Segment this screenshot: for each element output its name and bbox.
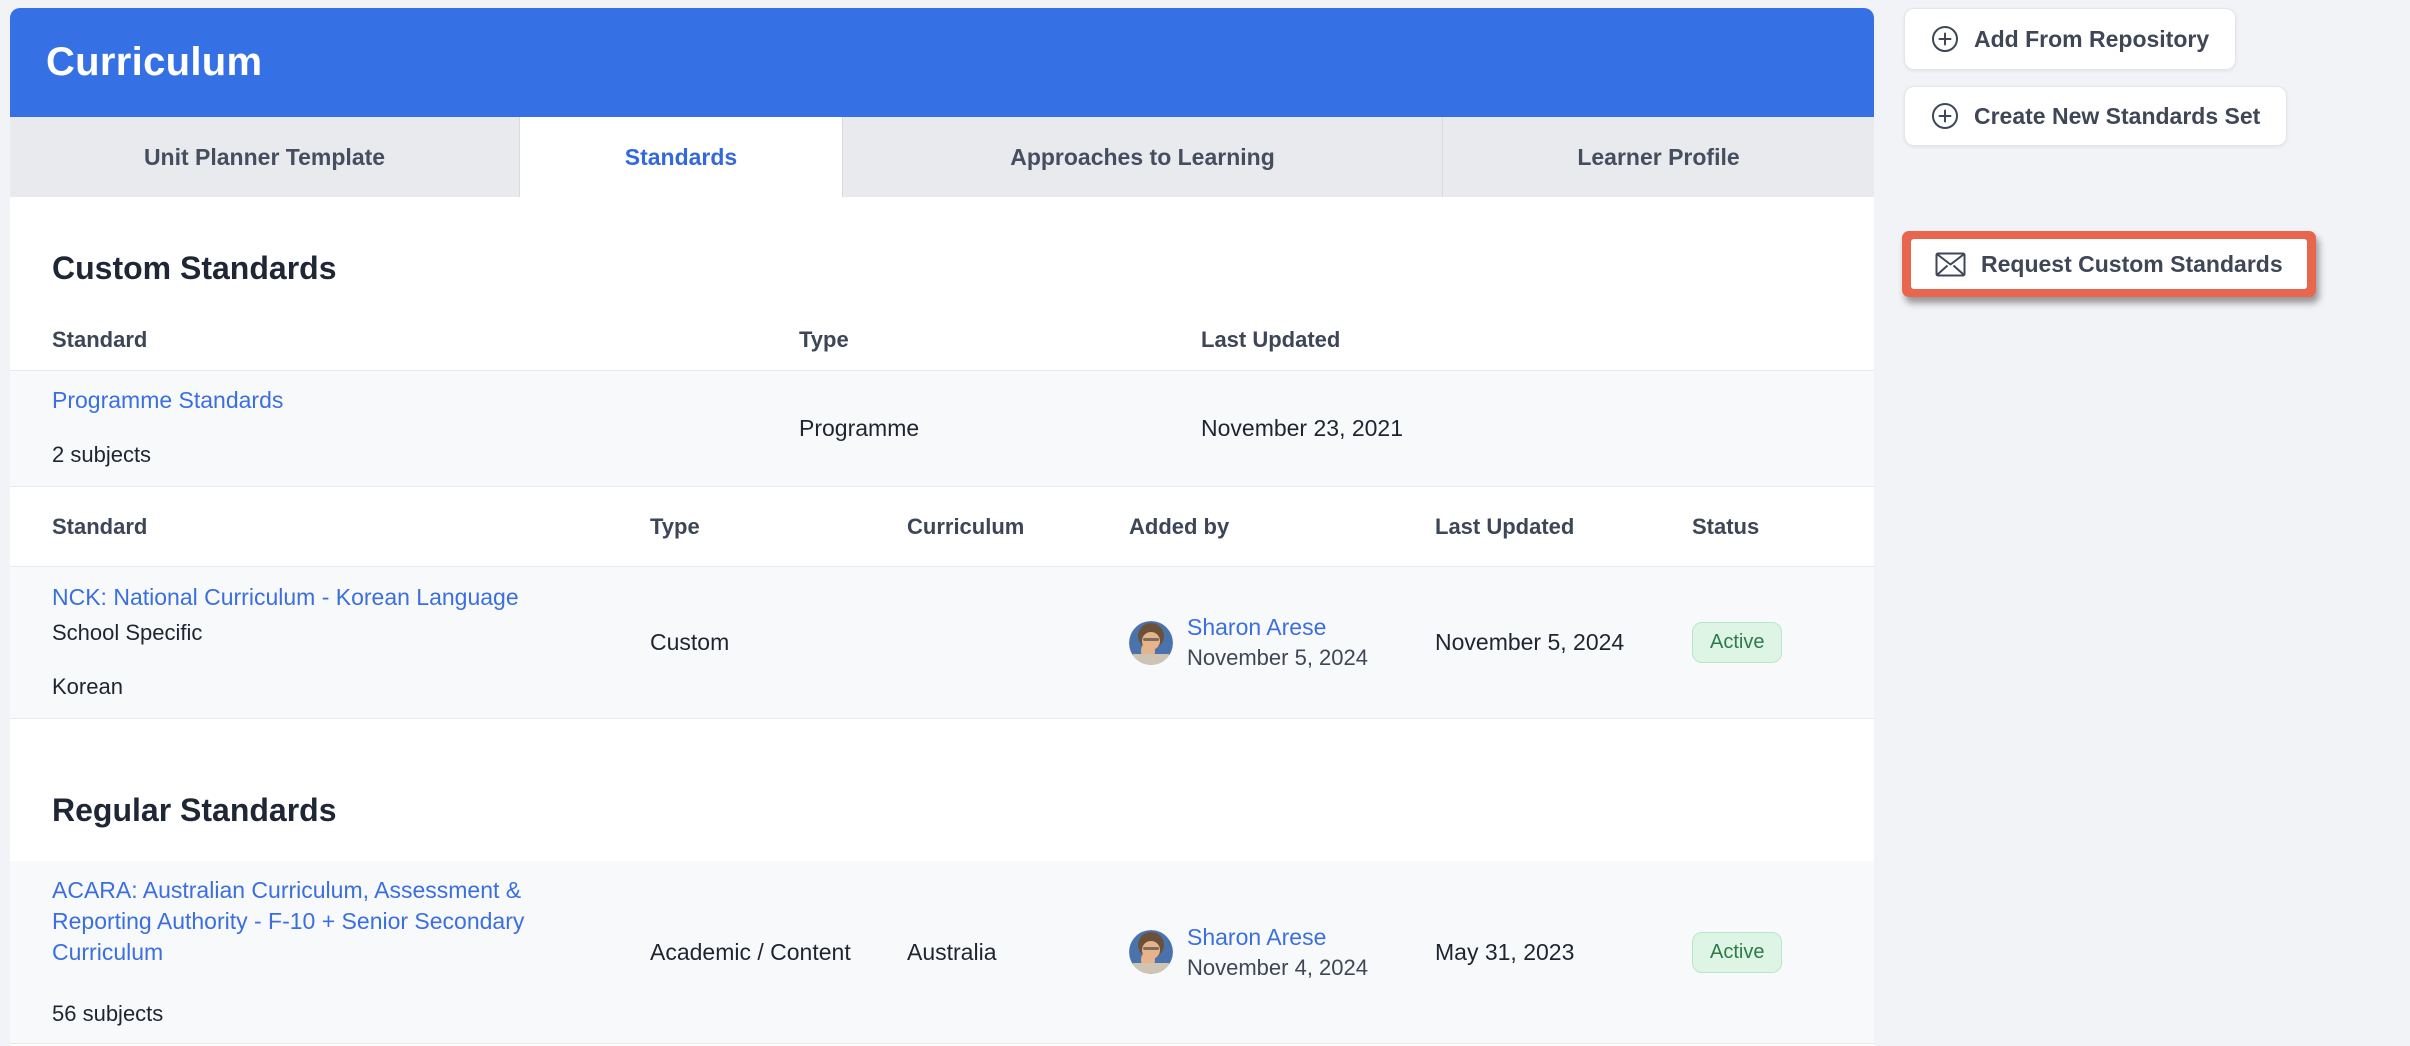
standard-scope: School Specific: [52, 620, 203, 645]
tab-label: Unit Planner Template: [143, 143, 386, 170]
standard-cell: ACARA: Australian Curriculum, Assessment…: [52, 861, 650, 1043]
type-cell: Custom: [650, 629, 730, 655]
highlight-annotation-box: Request Custom Standards: [1902, 231, 2316, 297]
page-title: Curriculum: [46, 40, 263, 84]
status-badge: Active: [1692, 931, 1783, 973]
nck-standard-link[interactable]: NCK: National Curriculum - Korean Langua…: [52, 582, 612, 613]
type-cell: Academic / Content: [650, 938, 851, 965]
curriculum-panel: Curriculum Unit Planner Template Standar…: [10, 8, 1874, 1046]
plus-circle-icon: [1931, 25, 1959, 53]
tab-learner-profile[interactable]: Learner Profile: [1443, 117, 1874, 197]
column-header-status: Status: [1692, 513, 1760, 539]
avatar: [1129, 930, 1173, 974]
standard-cell: Programme Standards 2 subjects: [52, 371, 799, 486]
detail-table-header: Standard Type Curriculum Added by Last U…: [10, 487, 1874, 567]
column-header-curriculum: Curriculum: [907, 513, 1025, 539]
column-header-type: Type: [650, 513, 700, 539]
added-by-user-link[interactable]: Sharon Arese: [1187, 924, 1368, 951]
column-header-added-by: Added by: [1129, 513, 1230, 539]
added-by-meta: Sharon Arese November 4, 2024: [1187, 924, 1368, 981]
status-badge: Active: [1692, 622, 1783, 663]
column-header-last-updated: Last Updated: [1435, 513, 1575, 539]
subjects-count: 2 subjects: [52, 442, 152, 467]
curriculum-cell: Australia: [907, 938, 997, 965]
button-label: Add From Repository: [1974, 25, 2210, 52]
standard-cell: NCK: National Curriculum - Korean Langua…: [52, 567, 650, 718]
custom-standards-table-header: Standard Type Last Updated: [10, 309, 1874, 371]
column-header-type: Type: [799, 326, 849, 352]
programme-standards-link[interactable]: Programme Standards: [52, 387, 799, 414]
last-updated-cell: November 23, 2021: [1201, 415, 1404, 441]
tab-unit-planner-template[interactable]: Unit Planner Template: [10, 117, 520, 197]
envelope-icon: [1935, 252, 1966, 277]
acara-standard-link[interactable]: ACARA: Australian Curriculum, Assessment…: [52, 875, 612, 968]
column-header-standard: Standard: [52, 326, 148, 352]
page-header: Curriculum: [10, 8, 1874, 117]
added-by-date: November 5, 2024: [1187, 645, 1368, 670]
added-by-date: November 4, 2024: [1187, 954, 1368, 980]
avatar: [1129, 620, 1173, 665]
tab-approaches-to-learning[interactable]: Approaches to Learning: [843, 117, 1443, 197]
last-updated-cell: May 31, 2023: [1435, 938, 1575, 965]
button-label: Create New Standards Set: [1974, 102, 2261, 129]
custom-standards-heading: Custom Standards: [52, 250, 337, 286]
request-custom-standards-button[interactable]: Request Custom Standards: [1911, 239, 2307, 289]
regular-standards-heading: Regular Standards: [52, 792, 337, 828]
last-updated-cell: November 5, 2024: [1435, 629, 1625, 655]
tab-standards[interactable]: Standards: [520, 117, 843, 197]
added-by-cell: Sharon Arese November 5, 2024: [1129, 614, 1435, 671]
tab-label: Approaches to Learning: [1010, 143, 1275, 170]
table-row-acara-standard: ACARA: Australian Curriculum, Assessment…: [10, 861, 1874, 1044]
table-row-programme-standards: Programme Standards 2 subjects Programme…: [10, 371, 1874, 487]
added-by-meta: Sharon Arese November 5, 2024: [1187, 614, 1368, 671]
subjects-count: 56 subjects: [52, 1001, 164, 1026]
tab-bar: Unit Planner Template Standards Approach…: [10, 117, 1874, 197]
type-cell: Programme: [799, 415, 920, 441]
added-by-user-link[interactable]: Sharon Arese: [1187, 614, 1368, 641]
table-row-nck-standard: NCK: National Curriculum - Korean Langua…: [10, 567, 1874, 719]
column-header-standard: Standard: [52, 513, 148, 539]
added-by-cell: Sharon Arese November 4, 2024: [1129, 924, 1435, 981]
create-new-standards-set-button[interactable]: Create New Standards Set: [1904, 86, 2288, 146]
standard-subject: Korean: [52, 674, 123, 699]
tab-label: Standards: [624, 143, 738, 170]
button-label: Request Custom Standards: [1981, 250, 2283, 277]
add-from-repository-button[interactable]: Add From Repository: [1904, 8, 2237, 70]
plus-circle-icon: [1931, 102, 1959, 130]
column-header-last-updated: Last Updated: [1201, 326, 1341, 352]
tab-label: Learner Profile: [1577, 143, 1740, 170]
